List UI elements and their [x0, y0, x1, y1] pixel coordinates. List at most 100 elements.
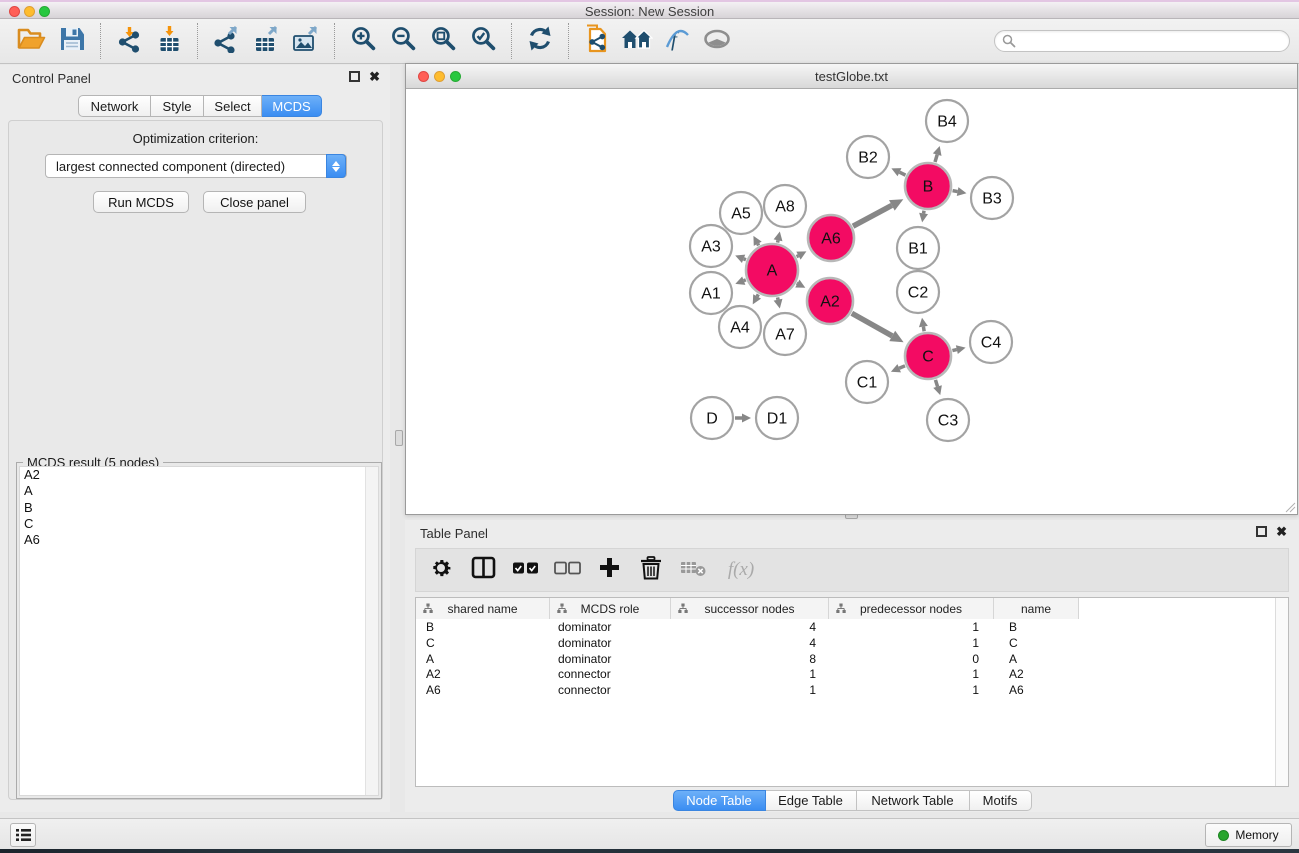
- titlebar[interactable]: Session: New Session: [0, 0, 1299, 19]
- zoom-fit-button[interactable]: [427, 25, 459, 57]
- graph-edge-A-A3[interactable]: [735, 255, 746, 263]
- function-builder-button[interactable]: f(x): [720, 555, 762, 585]
- graph-edge-B-B2[interactable]: [891, 168, 905, 176]
- graph-edge-A-A7[interactable]: [774, 297, 783, 308]
- table-cell[interactable]: A6: [416, 683, 550, 699]
- table-cell[interactable]: 8: [671, 652, 829, 668]
- export-table-button[interactable]: [250, 25, 282, 57]
- table-close-panel-icon[interactable]: ✖: [1276, 526, 1287, 537]
- graph-node-C[interactable]: C: [905, 333, 951, 379]
- export-image-button[interactable]: [290, 25, 322, 57]
- table-row[interactable]: Bdominator41B: [416, 620, 1288, 636]
- table-row[interactable]: A2connector11A2: [416, 667, 1288, 683]
- graph-edge-B-B4[interactable]: [933, 146, 942, 162]
- optimization-criterion-select[interactable]: largest connected component (directed): [45, 154, 347, 178]
- close-panel-icon[interactable]: ✖: [369, 71, 380, 82]
- table-cell[interactable]: 1: [829, 636, 994, 652]
- table-cell[interactable]: connector: [550, 683, 671, 699]
- mcds-result-item[interactable]: A: [20, 483, 378, 499]
- attribute-settings-button[interactable]: [426, 555, 456, 585]
- table-cell[interactable]: dominator: [550, 652, 671, 668]
- split-panel-button[interactable]: [468, 555, 498, 585]
- tab-mcds[interactable]: MCDS: [262, 95, 322, 117]
- zoom-out-button[interactable]: [387, 25, 419, 57]
- graph-edge-A2-C[interactable]: [852, 313, 904, 342]
- column-header-predecessor-nodes[interactable]: predecessor nodes: [829, 598, 994, 619]
- show-panels-button[interactable]: [10, 823, 36, 847]
- column-header-shared-name[interactable]: shared name: [416, 598, 550, 619]
- network-canvas[interactable]: B4B2BB3A5A8A6A3B1AA1C2A2A4A7C4CC1C3DD1: [406, 89, 1297, 514]
- table-cell[interactable]: 1: [829, 683, 994, 699]
- graph-node-D1[interactable]: D1: [756, 397, 798, 439]
- table-cell[interactable]: A6: [994, 683, 1079, 699]
- mcds-result-item[interactable]: A6: [20, 532, 378, 548]
- graph-edge-C-C1[interactable]: [891, 364, 905, 372]
- graph-node-C3[interactable]: C3: [927, 399, 969, 441]
- table-cell[interactable]: 1: [829, 667, 994, 683]
- graph-node-A2[interactable]: A2: [807, 278, 853, 324]
- graph-edge-B-B3[interactable]: [953, 187, 967, 196]
- graph-node-B[interactable]: B: [905, 163, 951, 209]
- mcds-result-list[interactable]: A2ABCA6: [19, 466, 379, 796]
- hide-columns-button[interactable]: [552, 555, 582, 585]
- graph-node-B4[interactable]: B4: [926, 100, 968, 142]
- graph-edge-C-C4[interactable]: [952, 345, 965, 354]
- delete-column-button[interactable]: [636, 555, 666, 585]
- graph-node-A7[interactable]: A7: [764, 313, 806, 355]
- open-session-button[interactable]: [16, 25, 48, 57]
- table-float-panel-icon[interactable]: [1256, 526, 1267, 537]
- table-row[interactable]: Adominator80A: [416, 652, 1288, 668]
- graph-node-A5[interactable]: A5: [720, 192, 762, 234]
- graph-node-A4[interactable]: A4: [719, 306, 761, 348]
- mcds-result-item[interactable]: B: [20, 500, 378, 516]
- table-cell[interactable]: 1: [671, 667, 829, 683]
- zoom-selected-button[interactable]: [467, 25, 499, 57]
- table-cell[interactable]: 1: [671, 683, 829, 699]
- no-function-button[interactable]: f: [661, 25, 693, 57]
- first-neighbors-button[interactable]: [621, 25, 653, 57]
- table-cell[interactable]: B: [416, 620, 550, 636]
- table-scrollbar[interactable]: [1275, 598, 1288, 786]
- table-cell[interactable]: dominator: [550, 620, 671, 636]
- network-window-titlebar[interactable]: testGlobe.txt: [406, 64, 1297, 89]
- graph-node-D[interactable]: D: [691, 397, 733, 439]
- table-row[interactable]: Cdominator41C: [416, 636, 1288, 652]
- export-network-button[interactable]: [210, 25, 242, 57]
- column-header-successor-nodes[interactable]: successor nodes: [671, 598, 829, 619]
- import-network-button[interactable]: [113, 25, 145, 57]
- graph-node-C1[interactable]: C1: [846, 361, 888, 403]
- graph-edge-A-A6[interactable]: [796, 251, 806, 259]
- graph-edge-A-A4[interactable]: [753, 294, 761, 304]
- column-header-name[interactable]: name: [994, 598, 1079, 619]
- import-table-button[interactable]: [153, 25, 185, 57]
- window-resize-grip[interactable]: [1284, 501, 1296, 513]
- graph-node-C4[interactable]: C4: [970, 321, 1012, 363]
- table-cell[interactable]: 0: [829, 652, 994, 668]
- table-cell[interactable]: 4: [671, 636, 829, 652]
- add-column-button[interactable]: [594, 555, 624, 585]
- graph-node-A3[interactable]: A3: [690, 225, 732, 267]
- mcds-result-item[interactable]: C: [20, 516, 378, 532]
- run-mcds-button[interactable]: Run MCDS: [93, 191, 189, 213]
- graph-edge-B-B1[interactable]: [919, 211, 928, 223]
- delete-table-button[interactable]: [678, 555, 708, 585]
- result-list-scrollbar[interactable]: [365, 467, 378, 795]
- tab-motifs[interactable]: Motifs: [970, 790, 1032, 811]
- graph-edge-D-D1[interactable]: [735, 414, 751, 423]
- table-cell[interactable]: 1: [829, 620, 994, 636]
- tab-network[interactable]: Network: [78, 95, 151, 117]
- graph-node-B3[interactable]: B3: [971, 177, 1013, 219]
- show-columns-button[interactable]: [510, 555, 540, 585]
- tab-edge-table[interactable]: Edge Table: [766, 790, 857, 811]
- save-session-button[interactable]: [56, 25, 88, 57]
- graph-edge-C-C2[interactable]: [919, 318, 928, 332]
- graph-node-A6[interactable]: A6: [808, 215, 854, 261]
- table-cell[interactable]: B: [994, 620, 1079, 636]
- table-cell[interactable]: A2: [416, 667, 550, 683]
- graph-node-A8[interactable]: A8: [764, 185, 806, 227]
- graph-edge-C-C3[interactable]: [933, 380, 942, 395]
- network-from-selection-button[interactable]: [581, 25, 613, 57]
- graph-edge-A6-B[interactable]: [853, 199, 903, 226]
- tab-select[interactable]: Select: [204, 95, 262, 117]
- graph-node-B2[interactable]: B2: [847, 136, 889, 178]
